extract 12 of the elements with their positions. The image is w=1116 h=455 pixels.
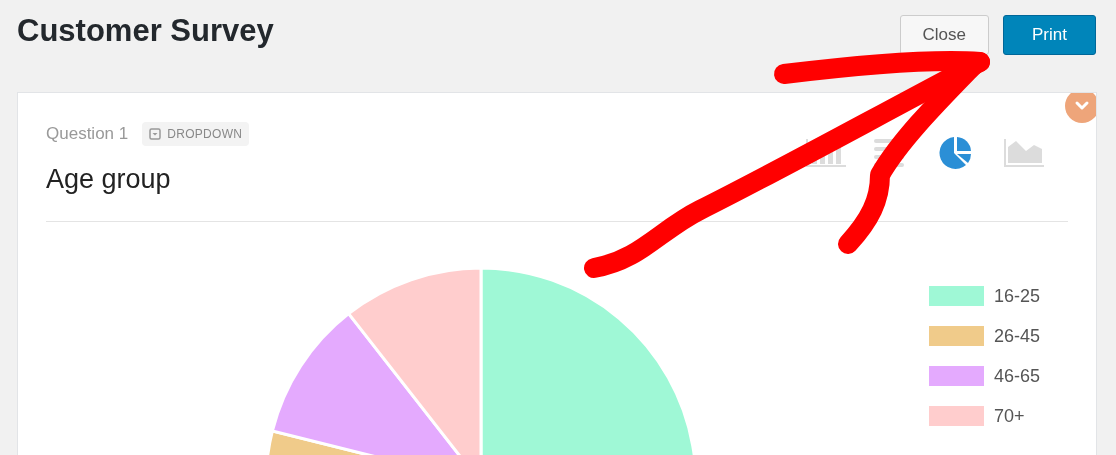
page-title: Customer Survey <box>17 12 274 50</box>
question-type-badge: DROPDOWN <box>142 121 250 146</box>
collapse-chevron-icon[interactable] <box>1065 93 1096 123</box>
close-button[interactable]: Close <box>899 15 990 55</box>
legend-label: 70+ <box>993 405 1025 427</box>
question-number: Question 1 <box>46 123 129 145</box>
dropdown-icon <box>149 127 162 140</box>
legend-label: 16-25 <box>993 285 1040 307</box>
legend-label: 26-45 <box>993 325 1040 347</box>
question-title: Age group <box>46 162 172 196</box>
print-button[interactable]: Print <box>1003 15 1096 55</box>
legend-label: 46-65 <box>993 365 1040 387</box>
